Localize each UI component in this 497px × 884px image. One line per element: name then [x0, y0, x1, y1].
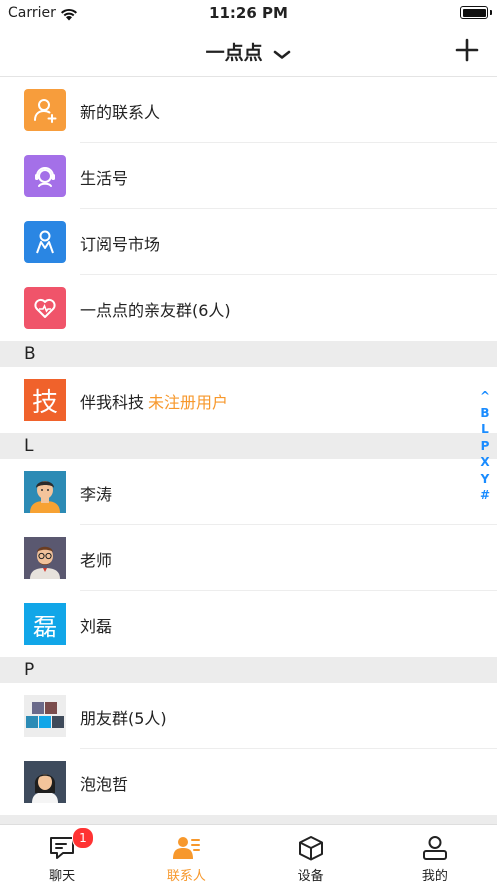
list-item-label: 订阅号市场 — [80, 235, 161, 254]
tab-bar: 1 聊天 联系人 设备 我的 — [0, 824, 497, 884]
status-bar: Carrier 11:26 PM — [0, 0, 497, 28]
contacts-icon — [173, 837, 201, 859]
page-title: 一点点 — [205, 42, 263, 64]
index-item[interactable]: X — [478, 454, 492, 471]
contact-row[interactable]: 老师 — [0, 525, 497, 591]
contact-name: 朋友群(5人) — [80, 709, 167, 728]
heart-icon — [24, 287, 66, 329]
tab-contacts[interactable]: 联系人 — [124, 825, 248, 884]
tab-label: 联系人 — [166, 869, 206, 884]
plus-icon — [455, 38, 479, 62]
index-item[interactable]: Y — [478, 471, 492, 488]
contact-row[interactable]: 磊 刘磊 — [0, 591, 497, 657]
contact-name: 伴我科技 — [80, 393, 145, 412]
new-contacts-item[interactable]: 新的联系人 — [0, 77, 497, 143]
headset-icon — [24, 155, 66, 197]
avatar — [24, 761, 66, 803]
unregistered-tag: 未注册用户 — [148, 393, 229, 412]
section-header-p: P — [0, 657, 497, 683]
clock: 11:26 PM — [209, 4, 288, 22]
avatar — [24, 471, 66, 513]
section-header-b: B — [0, 341, 497, 367]
list-item-label: 新的联系人 — [80, 103, 161, 122]
person-outline-icon — [24, 221, 66, 263]
contact-name: 老师 — [80, 551, 113, 570]
contact-name: 泡泡哲 — [80, 775, 129, 794]
profile-icon — [422, 836, 447, 860]
family-group-item[interactable]: 一点点的亲友群(6人) — [0, 275, 497, 341]
add-person-icon — [24, 89, 66, 131]
contact-row[interactable]: 李涛 — [0, 459, 497, 525]
contact-row[interactable]: 朋友群(5人) — [0, 683, 497, 749]
avatar: 磊 — [24, 603, 66, 645]
list-item-label: 一点点的亲友群(6人) — [80, 301, 231, 320]
navigation-bar: 一点点 — [0, 28, 497, 77]
tab-devices[interactable]: 设备 — [249, 825, 373, 884]
cube-icon — [298, 836, 323, 861]
index-item[interactable]: # — [478, 487, 492, 504]
index-item[interactable]: B — [478, 405, 492, 422]
add-button[interactable] — [455, 38, 479, 62]
tab-me[interactable]: 我的 — [373, 825, 497, 884]
contact-name: 刘磊 — [80, 617, 113, 636]
list-item-label: 生活号 — [80, 169, 129, 188]
index-item[interactable]: L — [478, 421, 492, 438]
tab-chat[interactable]: 1 聊天 — [0, 825, 124, 884]
life-account-item[interactable]: 生活号 — [0, 143, 497, 209]
tab-label: 我的 — [421, 869, 448, 884]
index-item[interactable]: P — [478, 438, 492, 455]
avatar — [24, 537, 66, 579]
account-switcher[interactable]: 一点点 — [0, 38, 497, 65]
tab-label: 聊天 — [49, 869, 76, 884]
unread-badge: 1 — [72, 827, 94, 849]
contact-name: 李涛 — [80, 485, 113, 504]
contact-row[interactable]: 泡泡哲 — [0, 749, 497, 815]
chevron-down-icon — [273, 43, 291, 65]
group-avatar — [24, 695, 66, 737]
alphabet-index[interactable]: ^ B L P X Y # — [478, 388, 492, 504]
avatar: 技 — [24, 379, 66, 421]
tab-label: 设备 — [297, 869, 324, 884]
subscription-market-item[interactable]: 订阅号市场 — [0, 209, 497, 275]
battery-icon — [460, 6, 488, 19]
contact-row[interactable]: 技 伴我科技 未注册用户 — [0, 367, 497, 433]
section-header-l: L — [0, 433, 497, 459]
contact-list[interactable]: 新的联系人 生活号 订阅号市场 一点点的亲友群(6人) B 技 伴我科技 未注册用… — [0, 77, 497, 824]
index-item[interactable]: ^ — [478, 388, 492, 405]
